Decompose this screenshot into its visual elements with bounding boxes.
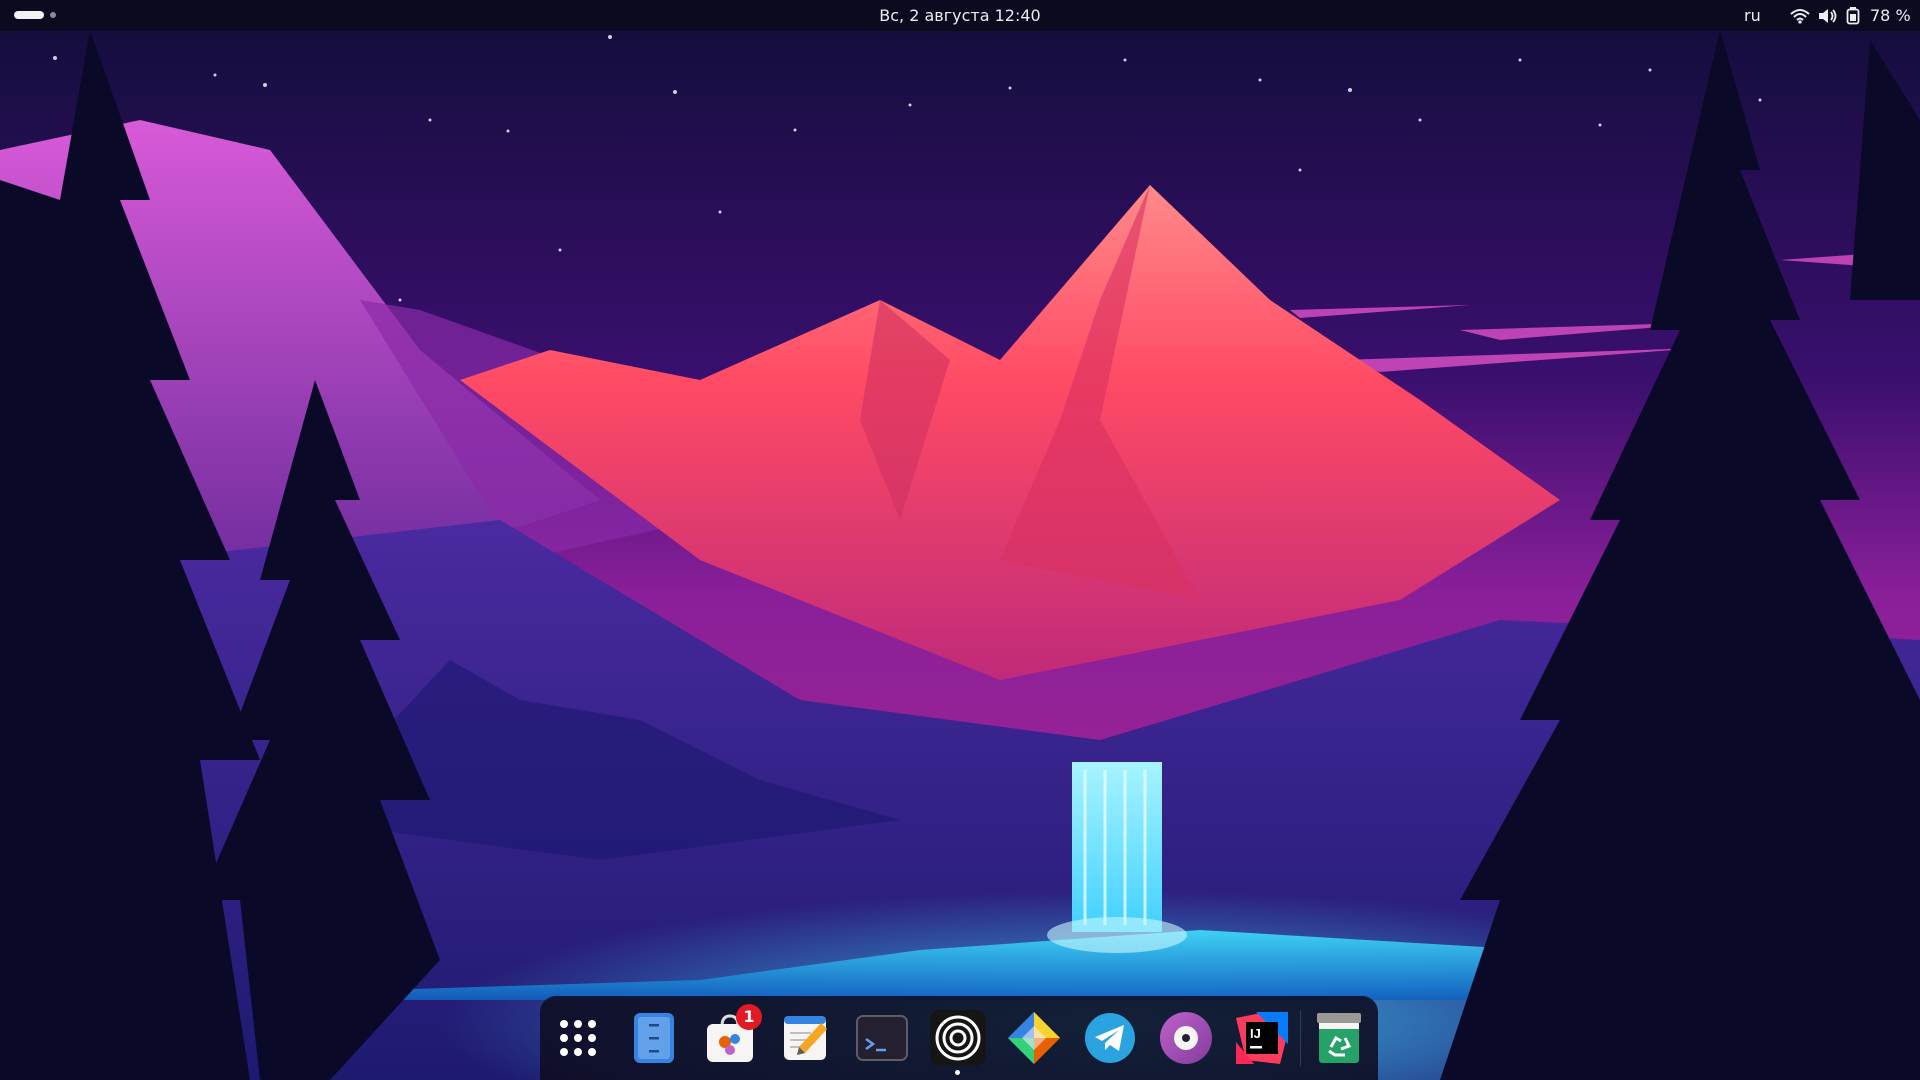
dock-app-grid[interactable] (550, 1010, 606, 1066)
workspace-indicator[interactable] (14, 11, 56, 19)
terminal-icon (856, 1015, 908, 1061)
notification-badge: 1 (736, 1004, 762, 1030)
vinyl-disc-icon (1160, 1012, 1212, 1064)
workspace-dot[interactable] (50, 12, 56, 18)
battery-icon (1846, 6, 1860, 25)
wifi-icon (1790, 8, 1810, 24)
dock-music-player[interactable] (1158, 1010, 1214, 1066)
dock-terminal[interactable] (854, 1010, 910, 1066)
notepad-pencil-icon (784, 1016, 827, 1060)
dock-telegram[interactable] (1082, 1010, 1138, 1066)
battery-percentage: 78 % (1870, 6, 1911, 25)
dock-intellij-idea[interactable]: IJ (1234, 1010, 1290, 1066)
dock-trash[interactable] (1311, 1010, 1367, 1066)
files-icon (634, 1013, 674, 1063)
dock-files[interactable] (626, 1010, 682, 1066)
trash-icon (1317, 1013, 1361, 1063)
workspace-active-pill[interactable] (14, 11, 44, 19)
dock-software-center[interactable]: 1 (702, 1004, 762, 1066)
dock-separator (1300, 1010, 1301, 1066)
desktop-wallpaper (0, 0, 1920, 1080)
volume-icon (1818, 8, 1838, 24)
keyboard-layout-indicator[interactable]: ru (1744, 0, 1761, 31)
telegram-icon (1085, 1013, 1135, 1063)
top-panel: Вс, 2 августа 12:40 ru 78 % (0, 0, 1920, 31)
concentric-rings-icon (930, 1010, 986, 1066)
dock-gem-app[interactable] (1006, 1010, 1062, 1066)
dock: 1 IJ (540, 996, 1378, 1080)
dock-obs-studio[interactable] (930, 1010, 986, 1075)
gem-icon (1008, 1012, 1060, 1064)
app-grid-icon (560, 1020, 596, 1056)
svg-text:IJ: IJ (1250, 1026, 1261, 1041)
running-indicator (955, 1070, 960, 1075)
dock-text-editor[interactable] (778, 1010, 834, 1066)
system-tray[interactable]: 78 % (1790, 0, 1911, 31)
intellij-icon: IJ (1236, 1012, 1288, 1064)
clock-date-time[interactable]: Вс, 2 августа 12:40 (879, 6, 1040, 25)
